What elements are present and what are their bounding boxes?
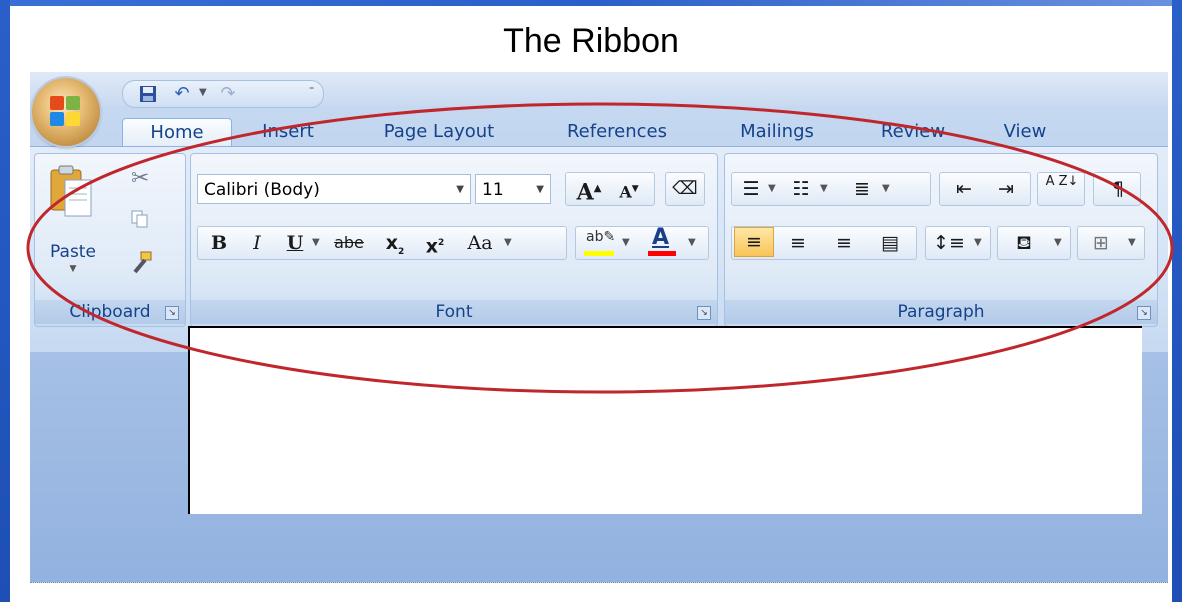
justify-icon[interactable]: ▤ (870, 227, 910, 259)
underline-button[interactable]: U (280, 227, 310, 259)
font-name-combo[interactable]: Calibri (Body) ▼ (197, 174, 471, 204)
line-spacing-button[interactable]: ↕≡ ▼ (925, 226, 991, 260)
font-group: Calibri (Body) ▼ 11 ▼ A▲ A▼ ⌫ B I U ▼ ab… (190, 153, 718, 327)
bold-button[interactable]: B (204, 227, 234, 259)
color-box: ab✎ ▼ A ▼ (575, 225, 709, 260)
font-color-dropdown-icon[interactable]: ▼ (688, 227, 696, 259)
font-launcher-icon[interactable]: ↘ (697, 306, 711, 320)
clipboard-launcher-icon[interactable]: ↘ (165, 306, 179, 320)
decrease-indent-icon[interactable]: ⇤ (946, 173, 982, 205)
undo-icon[interactable]: ↶ (171, 84, 193, 104)
indent-box: ⇤ ⇥ (939, 172, 1031, 206)
document-page[interactable] (188, 326, 1142, 514)
tab-view[interactable]: View (990, 118, 1060, 146)
clear-formatting-button[interactable]: ⌫ (665, 172, 705, 206)
show-formatting-button[interactable]: ¶ (1093, 172, 1141, 206)
multilevel-list-icon[interactable]: ≣ (844, 173, 880, 205)
tab-review[interactable]: Review (868, 118, 958, 146)
ribbon-tabs: Home Insert Page Layout References Maili… (30, 106, 1168, 147)
change-case-dropdown-icon[interactable]: ▼ (504, 227, 512, 259)
grow-font-button[interactable]: A▲ (572, 173, 606, 208)
multilevel-dropdown-icon[interactable]: ▼ (882, 173, 890, 205)
paragraph-group: ☰ ▼ ☷ ▼ ≣ ▼ ⇤ ⇥ A Z↓ ¶ ≡ ≡ ≡ ▤ ↕≡ ▼ ⛾ ▼ … (724, 153, 1158, 327)
tab-page-layout[interactable]: Page Layout (364, 118, 514, 146)
bullets-dropdown-icon[interactable]: ▼ (768, 173, 776, 205)
redo-icon[interactable]: ↷ (217, 84, 239, 104)
save-icon[interactable] (137, 84, 159, 104)
paste-label: Paste (50, 242, 96, 262)
align-left-icon[interactable]: ≡ (734, 227, 774, 257)
font-color-swatch (648, 251, 676, 256)
subscript-button[interactable]: x2 (380, 227, 410, 268)
numbering-dropdown-icon[interactable]: ▼ (820, 173, 828, 205)
paragraph-launcher-icon[interactable]: ↘ (1137, 306, 1151, 320)
customize-qat-icon[interactable]: ⁼ (309, 85, 314, 96)
copy-icon[interactable] (131, 210, 149, 228)
shading-dropdown-icon: ▼ (1054, 237, 1062, 248)
borders-icon: ⊞ (1093, 232, 1109, 254)
list-box: ☰ ▼ ☷ ▼ ≣ ▼ (731, 172, 931, 206)
shrink-font-button[interactable]: A▼ (612, 173, 646, 208)
borders-dropdown-icon: ▼ (1128, 237, 1136, 248)
underline-dropdown-icon[interactable]: ▼ (312, 227, 320, 259)
office-logo-icon (50, 96, 82, 128)
grow-shrink-box: A▲ A▼ (565, 172, 655, 206)
font-size-value: 11 (482, 180, 504, 200)
strikethrough-button[interactable]: abe (328, 227, 370, 259)
highlight-button[interactable]: ab✎ (582, 229, 618, 257)
shading-button[interactable]: ⛾ ▼ (997, 226, 1071, 260)
tab-references[interactable]: References (552, 118, 682, 146)
line-spacing-dropdown-icon: ▼ (974, 237, 982, 248)
tab-home[interactable]: Home (122, 118, 232, 147)
slide-left-border (0, 0, 10, 602)
align-right-icon[interactable]: ≡ (824, 227, 864, 259)
alignment-box: ≡ ≡ ≡ ▤ (731, 226, 917, 260)
sort-icon: A Z↓ (1045, 174, 1079, 189)
ribbon: Paste ▼ ✂ Clipboard ↘ Calibri (Body) ▼ 1… (30, 146, 1168, 353)
clear-formatting-icon: ⌫ (672, 178, 698, 199)
font-size-combo[interactable]: 11 ▼ (475, 174, 551, 204)
font-color-button[interactable]: A (644, 225, 680, 257)
slide-title: The Ribbon (503, 22, 679, 60)
font-group-label: Font (191, 300, 717, 324)
slide-right-border (1172, 0, 1182, 602)
paste-button[interactable]: Paste ▼ (43, 162, 103, 282)
undo-dropdown-icon[interactable]: ▼ (199, 87, 207, 98)
paste-icon (50, 165, 92, 217)
align-center-icon[interactable]: ≡ (778, 227, 818, 259)
quick-access-toolbar: ↶ ▼ ↷ ⁼ (122, 80, 324, 108)
tab-mailings[interactable]: Mailings (722, 118, 832, 146)
clipboard-group: Paste ▼ ✂ Clipboard ↘ (34, 153, 186, 327)
highlight-color-swatch (584, 251, 614, 256)
borders-button[interactable]: ⊞ ▼ (1077, 226, 1145, 260)
sort-button[interactable]: A Z↓ (1037, 172, 1085, 206)
numbering-icon[interactable]: ☷ (786, 173, 816, 205)
paragraph-group-label: Paragraph (725, 300, 1157, 324)
change-case-button[interactable]: Aa (460, 227, 500, 259)
shading-icon: ⛾ (1016, 232, 1032, 254)
italic-button[interactable]: I (242, 227, 272, 259)
office-button[interactable] (32, 78, 100, 146)
font-format-box: B I U ▼ abe x2 x2 Aa ▼ (197, 226, 567, 260)
pilcrow-icon: ¶ (1111, 178, 1125, 200)
superscript-button[interactable]: x2 (420, 227, 450, 262)
font-color-icon: A (652, 225, 670, 250)
bullets-icon[interactable]: ☰ (736, 173, 766, 205)
format-painter-icon[interactable] (129, 250, 155, 276)
highlighter-icon: ab✎ (586, 229, 616, 245)
highlight-dropdown-icon[interactable]: ▼ (622, 227, 630, 259)
increase-indent-icon[interactable]: ⇥ (988, 173, 1024, 205)
clipboard-group-label: Clipboard (35, 300, 185, 324)
font-name-dropdown-icon: ▼ (456, 184, 464, 195)
slide-top-border (0, 0, 1182, 6)
paste-dropdown-icon: ▼ (69, 264, 77, 274)
font-name-value: Calibri (Body) (204, 180, 320, 200)
line-spacing-icon: ↕≡ (933, 232, 965, 254)
tab-insert[interactable]: Insert (248, 118, 328, 146)
font-size-dropdown-icon: ▼ (536, 184, 544, 195)
cut-icon[interactable]: ✂ (131, 166, 149, 191)
